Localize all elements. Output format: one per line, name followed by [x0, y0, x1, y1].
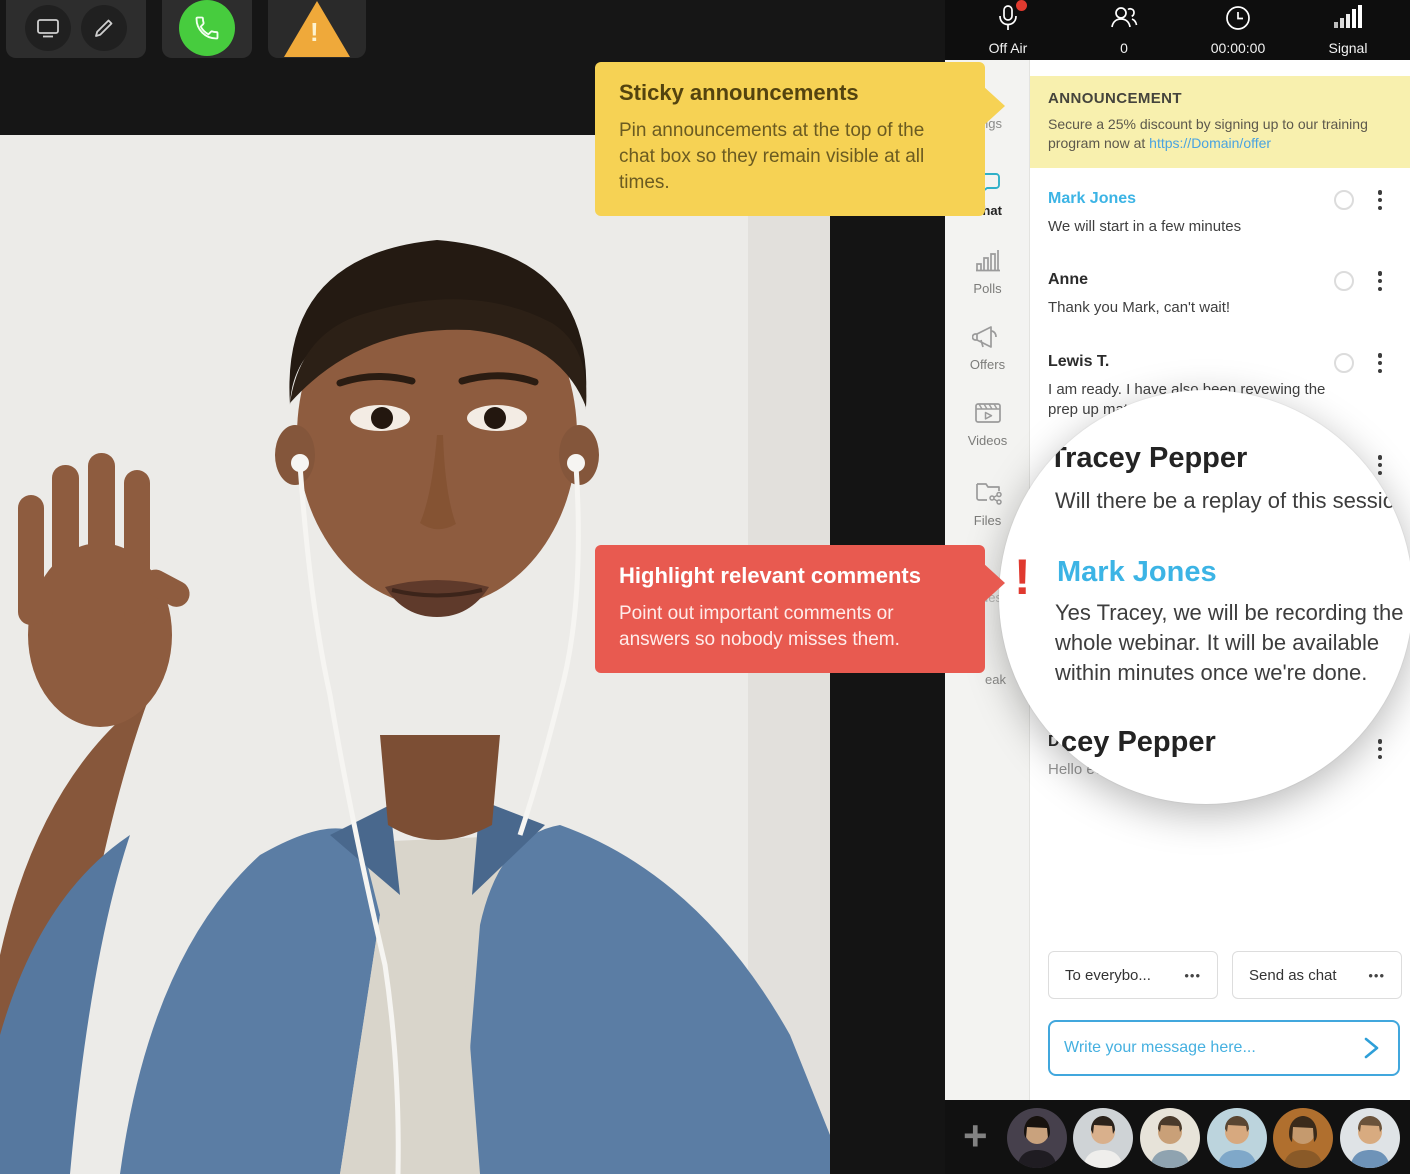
magnified-author-highlighted: Mark Jones	[1057, 556, 1217, 589]
warning-glyph: !	[310, 17, 319, 48]
message-text: Thank you Mark, can't wait!	[1048, 298, 1348, 318]
sidebar-item-label: Videos	[968, 433, 1008, 448]
magnified-author-fragment: cey Pepper	[1061, 726, 1216, 759]
message-menu-kebab-icon[interactable]	[1372, 453, 1388, 477]
send-mode-button[interactable]: Send as chat •••	[1232, 951, 1402, 999]
bar-chart-icon	[973, 246, 1003, 276]
status-signal[interactable]: Signal	[1293, 4, 1403, 56]
zoom-highlight-circle: Tracey Pepper Will there be a replay of …	[999, 390, 1410, 804]
status-timer[interactable]: 00:00:00	[1183, 4, 1293, 56]
timer-value: 00:00:00	[1183, 40, 1293, 56]
participant-avatar[interactable]	[1340, 1108, 1400, 1168]
signal-icon	[1332, 4, 1364, 32]
sticky-announcements-callout: Sticky announcements Pin announcements a…	[595, 62, 985, 216]
files-share-icon	[972, 476, 1004, 508]
message-menu-kebab-icon[interactable]	[1372, 351, 1388, 375]
timer-icon	[1224, 4, 1252, 32]
sidebar-item-videos[interactable]: Videos	[945, 398, 1030, 450]
send-arrow-icon[interactable]	[1358, 1035, 1384, 1061]
mic-alert-dot	[1016, 0, 1027, 11]
attendees-icon	[1109, 4, 1139, 32]
call-tool-group	[162, 0, 252, 58]
attendee-count: 0	[1069, 40, 1179, 56]
chat-message-row: Mark Jones We will start in a few minute…	[1048, 190, 1348, 237]
callout-body: Point out important comments or answers …	[619, 601, 961, 653]
sidebar-item-polls[interactable]: Polls	[945, 246, 1030, 298]
magnified-line: whole webinar. It will be available	[1055, 628, 1379, 658]
announcement-banner: ANNOUNCEMENT Secure a 25% discount by si…	[1030, 76, 1410, 168]
callout-pointer	[983, 86, 1005, 126]
highlight-radio[interactable]	[1334, 353, 1354, 373]
add-participant-button[interactable]: +	[963, 1114, 988, 1158]
callout-pointer	[983, 563, 1005, 603]
announcement-label: ANNOUNCEMENT	[1048, 90, 1392, 107]
callout-title: Highlight relevant comments	[619, 563, 961, 589]
sidebar-item-label: Polls	[973, 281, 1001, 296]
off-air-label: Off Air	[953, 40, 1063, 56]
status-off-air[interactable]: Off Air	[953, 4, 1063, 56]
phone-icon	[193, 14, 221, 42]
audience-select-button[interactable]: To everybo... •••	[1048, 951, 1218, 999]
message-author[interactable]: Anne	[1048, 271, 1348, 289]
chat-message-row: Anne Thank you Mark, can't wait!	[1048, 271, 1348, 318]
phone-call-button[interactable]	[179, 0, 235, 56]
message-author[interactable]: Mark Jones	[1048, 190, 1348, 208]
highlight-exclamation-icon: !	[1014, 548, 1031, 606]
magnified-line: Yes Tracey, we will be recording the	[1055, 598, 1404, 628]
audience-select-label: To everybo...	[1065, 967, 1151, 984]
participant-avatar[interactable]	[1273, 1108, 1333, 1168]
message-menu-kebab-icon[interactable]	[1372, 269, 1388, 293]
message-author[interactable]: Lewis T.	[1048, 353, 1348, 371]
callout-title: Sticky announcements	[619, 80, 961, 106]
highlight-radio[interactable]	[1334, 271, 1354, 291]
audience-menu-dots-icon: •••	[1184, 968, 1201, 983]
warning-tool-group: !	[268, 0, 366, 58]
send-mode-label: Send as chat	[1249, 967, 1337, 984]
megaphone-icon	[972, 322, 1004, 352]
monitor-icon	[35, 15, 61, 41]
session-status-bar: Off Air 0 00:00:00 S	[945, 0, 1410, 60]
participant-avatar[interactable]	[1207, 1108, 1267, 1168]
screen-share-button[interactable]	[25, 5, 71, 51]
signal-label: Signal	[1293, 40, 1403, 56]
message-menu-kebab-icon[interactable]	[1372, 737, 1388, 761]
participants-bar: +	[945, 1100, 1410, 1174]
message-text: We will start in a few minutes	[1048, 217, 1348, 237]
video-clip-icon	[972, 398, 1004, 428]
announcement-link[interactable]: https://Domain/offer	[1149, 135, 1271, 151]
announcement-text: Secure a 25% discount by signing up to o…	[1048, 115, 1392, 153]
highlight-comments-callout: Highlight relevant comments Point out im…	[595, 545, 985, 673]
message-input[interactable]	[1064, 1039, 1358, 1057]
warning-triangle-icon[interactable]: !	[284, 1, 350, 57]
draw-button[interactable]	[81, 5, 127, 51]
screen-tools-group	[6, 0, 146, 58]
sidebar-item-partial-speak[interactable]: eak	[985, 672, 1006, 687]
highlight-radio[interactable]	[1334, 190, 1354, 210]
participant-avatar[interactable]	[1073, 1108, 1133, 1168]
magnified-line: within minutes once we're done.	[1055, 658, 1367, 688]
send-mode-menu-dots-icon: •••	[1368, 968, 1385, 983]
magnified-author: Tracey Pepper	[1049, 442, 1247, 475]
participant-avatar[interactable]	[1007, 1108, 1067, 1168]
status-attendees[interactable]: 0	[1069, 4, 1179, 56]
sidebar-item-label: Offers	[970, 357, 1005, 372]
message-input-container	[1048, 1020, 1400, 1076]
participant-avatar[interactable]	[1140, 1108, 1200, 1168]
message-menu-kebab-icon[interactable]	[1372, 188, 1388, 212]
sidebar-item-label: Files	[974, 513, 1001, 528]
callout-body: Pin announcements at the top of the chat…	[619, 118, 961, 196]
sidebar-item-offers[interactable]: Offers	[945, 322, 1030, 374]
pencil-icon	[91, 15, 117, 41]
magnified-text: Will there be a replay of this sessio.	[1055, 486, 1401, 516]
webinar-app-window: !	[0, 0, 1410, 1174]
